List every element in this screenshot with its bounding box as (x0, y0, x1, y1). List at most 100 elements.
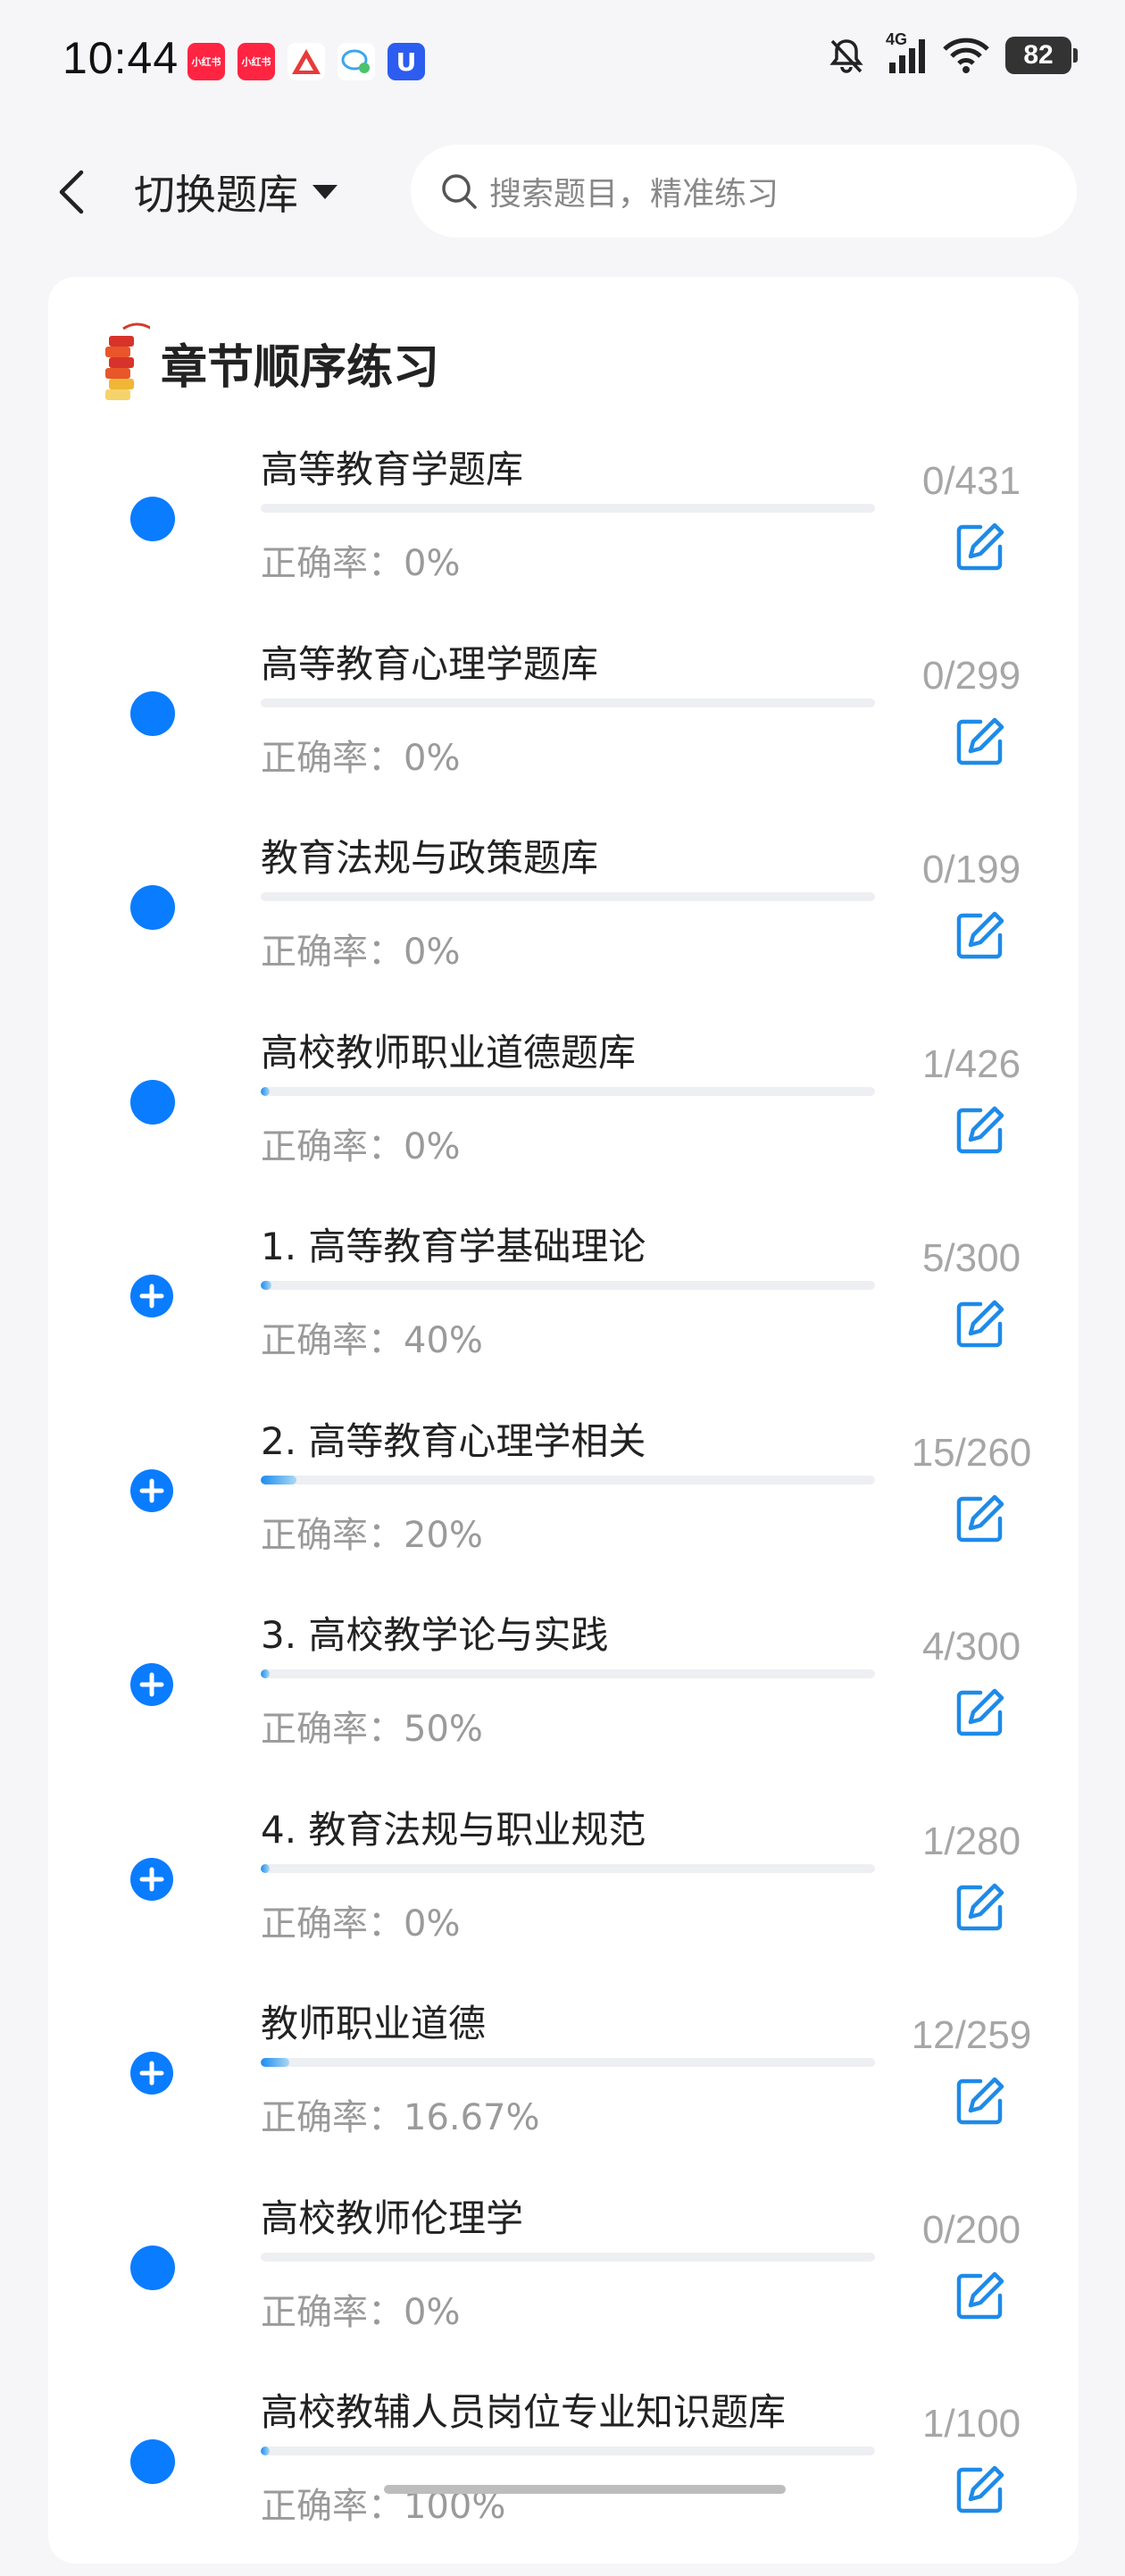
bullet-dot-icon (130, 497, 175, 541)
notification-icons: 小红书 小红书 U (188, 43, 425, 80)
expand-plus-icon[interactable] (130, 1857, 173, 1901)
practice-card: 章节顺序练习 高等教育学题库 正确率：0% 0/431 高等教育心理学题库 正确率：0%… (48, 277, 1079, 2563)
progress-bar (261, 1863, 875, 1873)
item-title: 高校教师伦理学 (261, 2195, 524, 2240)
progress-count: 5/300 (921, 1236, 1021, 1280)
item-title: 2. 高等教育心理学相关 (261, 1418, 646, 1463)
progress-count: 0/431 (921, 459, 1021, 503)
bullet-dot-icon (130, 2245, 175, 2290)
progress-bar (261, 1669, 875, 1678)
progress-bar (261, 2058, 875, 2067)
edit-icon[interactable] (954, 908, 1007, 962)
progress-fill (261, 1863, 270, 1873)
progress-count: 15/260 (911, 1430, 1032, 1475)
edit-icon[interactable] (954, 2463, 1007, 2516)
progress-count: 1/426 (921, 1041, 1021, 1086)
list-item[interactable]: 高校教辅人员岗位专业知识题库 正确率：100% 1/100 (48, 2382, 1079, 2576)
edit-icon[interactable] (954, 520, 1007, 573)
back-button[interactable] (45, 161, 98, 223)
expand-plus-icon[interactable] (130, 1275, 173, 1317)
progress-bar (261, 2446, 875, 2455)
progress-fill (261, 2058, 289, 2067)
triangle-app-icon (288, 43, 325, 80)
shield-app-icon: U (388, 43, 425, 80)
progress-bar (261, 504, 875, 513)
search-input[interactable]: 搜索题目，精准练习 (411, 145, 1077, 238)
switch-bank-label: 切换题库 (134, 171, 298, 219)
switch-bank-dropdown[interactable]: 切换题库 (134, 159, 339, 225)
item-title: 1. 高等教育学基础理论 (261, 1225, 646, 1268)
chat-app-icon (338, 43, 375, 80)
list-item[interactable]: 3. 高校教学论与实践 正确率：50% 4/300 (48, 1605, 1079, 1799)
battery-indicator: 82 (1005, 37, 1078, 74)
bullet-dot-icon (130, 1079, 175, 1125)
firecracker-icon (105, 322, 150, 400)
section-header: 章节顺序练习 (96, 320, 439, 406)
progress-bar (261, 1086, 875, 1096)
item-title: 3. 高校教学论与实践 (261, 1613, 609, 1657)
item-title: 高校教辅人员岗位专业知识题库 (261, 2390, 787, 2434)
bullet-dot-icon (130, 690, 175, 736)
item-title: 4. 教育法规与职业规范 (261, 1807, 646, 1852)
progress-bar (261, 892, 875, 901)
list-item[interactable]: 高校教师伦理学 正确率：0% 0/200 (48, 2188, 1079, 2382)
caret-down-icon (312, 185, 338, 199)
list-item[interactable]: 高等教育学题库 正确率：0% 0/431 (48, 439, 1079, 633)
progress-count: 12/259 (911, 2013, 1032, 2057)
progress-bar (261, 2252, 875, 2262)
edit-icon[interactable] (954, 2269, 1007, 2322)
progress-bar (261, 1475, 875, 1485)
list-item[interactable]: 高校教师职业道德题库 正确率：0% 1/426 (48, 1023, 1079, 1217)
progress-count: 1/280 (921, 1819, 1021, 1863)
edit-icon[interactable] (954, 2074, 1007, 2128)
list-item[interactable]: 高等教育心理学题库 正确率：0% 0/299 (48, 634, 1079, 828)
list-item[interactable]: 2. 高等教育心理学相关 正确率：20% 15/260 (48, 1411, 1079, 1605)
chevron-left-icon (59, 170, 84, 214)
accuracy-text: 正确率：0% (261, 1125, 461, 1167)
accuracy-text: 正确率：0% (261, 2291, 461, 2333)
search-icon (442, 174, 477, 209)
progress-bar (261, 1281, 875, 1290)
accuracy-text: 正确率：0% (261, 1903, 461, 1945)
edit-icon[interactable] (954, 1492, 1007, 1545)
list-item[interactable]: 4. 教育法规与职业规范 正确率：0% 1/280 (48, 1800, 1079, 1994)
edit-icon[interactable] (954, 1880, 1007, 1934)
bullet-dot-icon (130, 885, 175, 930)
accuracy-text: 正确率：0% (261, 543, 461, 584)
expand-plus-icon[interactable] (130, 1663, 173, 1706)
expand-plus-icon[interactable] (130, 1468, 173, 1512)
progress-fill (261, 2446, 270, 2455)
edit-icon[interactable] (954, 1297, 1007, 1351)
progress-count: 4/300 (921, 1625, 1021, 1669)
list-item[interactable]: 1. 高等教育学基础理论 正确率：40% 5/300 (48, 1217, 1079, 1410)
list-item[interactable]: 教师职业道德正确率：16.67% 12/259 (48, 1994, 1079, 2187)
edit-icon[interactable] (954, 1103, 1007, 1157)
accuracy-text: 正确率：0% (261, 737, 461, 779)
top-navigation: 切换题库 搜索题目，精准练习 (0, 125, 1125, 259)
expand-plus-icon[interactable] (130, 2052, 173, 2095)
status-time: 10:44 (62, 33, 179, 83)
mute-bell-icon (829, 39, 863, 73)
accuracy-text: 正确率：20% (261, 1514, 483, 1556)
status-bar: 10:44 小红书 小红书 U 4G 82 (0, 0, 1125, 125)
item-title: 教师职业道德 (261, 2002, 487, 2045)
progress-count: 0/299 (921, 653, 1021, 698)
accuracy-text: 正确率：16.67% (261, 2097, 540, 2138)
accuracy-text: 正确率：0% (261, 932, 461, 973)
progress-count: 0/199 (921, 848, 1021, 891)
edit-icon[interactable] (954, 1685, 1007, 1739)
progress-fill (261, 1669, 270, 1678)
progress-count: 1/100 (921, 2402, 1021, 2446)
accuracy-text: 正确率：50% (261, 1709, 483, 1750)
item-title: 高等教育学题库 (261, 447, 524, 491)
progress-fill (261, 1086, 270, 1096)
status-indicators: 4G 82 (827, 30, 1078, 75)
progress-fill (261, 1281, 271, 1290)
list-item[interactable]: 教育法规与政策题库 正确率：0% 0/199 (48, 828, 1079, 1022)
edit-icon[interactable] (954, 715, 1007, 768)
accuracy-text: 正确率：40% (261, 1320, 483, 1361)
wifi-icon (943, 38, 989, 73)
section-title: 章节顺序练习 (161, 340, 440, 395)
progress-count: 0/200 (921, 2207, 1021, 2252)
home-indicator (384, 2485, 786, 2494)
